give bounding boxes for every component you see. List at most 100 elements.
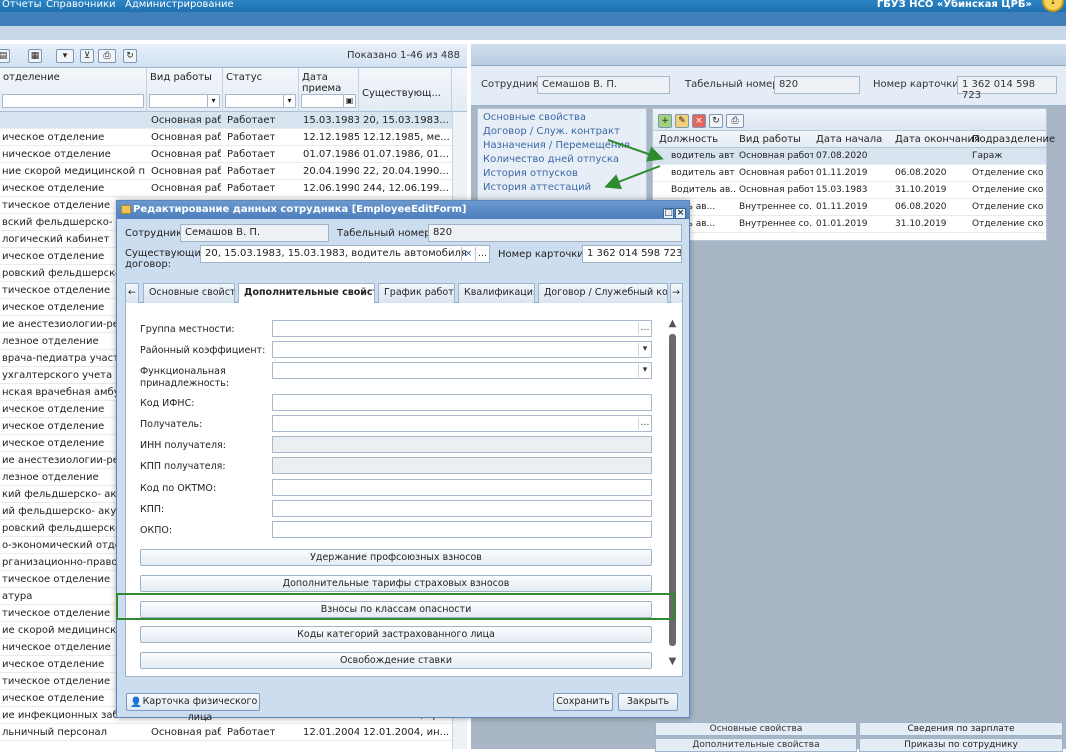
chevron-down-icon[interactable]: ▾ (638, 364, 651, 377)
table-cell: 12.01.2004, ин... (363, 727, 450, 738)
table-row[interactable]: ние скорой медицинской помощи Основная ра… (0, 163, 452, 180)
col-contract[interactable]: Существующ... (359, 68, 452, 112)
col-status[interactable]: Статус ▾ (223, 68, 299, 112)
maximize-icon[interactable]: □ (663, 208, 674, 219)
link-vacation-days[interactable]: Количество дней отпуска (483, 154, 619, 165)
table-row[interactable]: ическое отделение Основная раб... Работает… (0, 129, 452, 146)
union-dues-button[interactable]: Удержание профсоюзных взносов (140, 549, 652, 566)
tab-main-properties[interactable]: Основные свойства (143, 283, 235, 303)
col-department[interactable]: Подразделение (972, 134, 1055, 145)
table-cell: 20, 15.03.1983... (363, 115, 449, 126)
col-work-type[interactable]: Вид работы ▾ (147, 68, 223, 112)
add-icon[interactable]: + (658, 114, 672, 128)
contract-field[interactable]: 20, 15.03.1983, 15.03.1983, водитель авт… (200, 245, 490, 263)
table-cell: ническое отделение (2, 149, 111, 160)
organization-name: ГБУЗ НСО «Убинская ЦРБ» (876, 0, 1032, 10)
filter-select[interactable]: ▾ (149, 94, 220, 108)
close-button[interactable]: Закрыть (618, 693, 678, 711)
delete-icon[interactable]: × (692, 114, 706, 128)
tab-contract[interactable]: Договор / Служебный контракт (538, 283, 668, 303)
tab-number-field: 820 (774, 76, 860, 94)
link-vacation-history[interactable]: История отпусков (483, 168, 578, 179)
tab-salary[interactable]: Сведения по зарплате (859, 722, 1063, 736)
menu-directories[interactable]: Справочники (46, 0, 116, 10)
rate-release-button[interactable]: Освобождение ставки (140, 652, 652, 669)
oktmo-code-input[interactable] (272, 479, 652, 496)
contract-label: Существующий договор: (125, 248, 208, 270)
oktmo-code-label: Код по ОКТМО: (140, 483, 217, 494)
table-row[interactable]: водитель авт... Основная работа07.08.2020… (653, 148, 1046, 165)
tab-orders[interactable]: Приказы по сотруднику (859, 738, 1063, 752)
col-start-date[interactable]: Дата начала (816, 134, 882, 145)
table-row[interactable]: Основная раб... Работает 15.03.1983 20, 15.… (0, 112, 452, 129)
table-row[interactable]: ническое отделение Основная раб... Работае… (0, 146, 452, 163)
ellipsis-icon[interactable]: … (638, 417, 651, 430)
clear-icon[interactable]: × (461, 247, 475, 261)
col-end-date[interactable]: Дата окончания (895, 134, 980, 145)
menu-reports[interactable]: Отчеты (2, 0, 41, 10)
close-icon[interactable]: × (675, 208, 686, 219)
refresh-icon[interactable]: ↻ (709, 114, 723, 128)
print-icon[interactable]: ⎙ (98, 49, 116, 63)
logo-icon: ! (1042, 0, 1064, 12)
table-cell: Основная раб... (151, 132, 221, 143)
tab-additional-properties[interactable]: Дополнительные свойства (238, 283, 375, 304)
scroll-down-icon[interactable]: ▼ (666, 656, 679, 668)
table-cell: 244, 12.06.199... (363, 183, 449, 194)
table-cell: Отделение ско... (972, 168, 1044, 178)
regional-coefficient-select[interactable]: ▾ (272, 341, 652, 358)
recipient-input[interactable]: … (272, 415, 652, 432)
additional-insurance-rates-button[interactable]: Дополнительные тарифы страховых взносов (140, 575, 652, 592)
table-cell: ическое отделение (2, 132, 105, 143)
edit-icon[interactable]: ✎ (675, 114, 689, 128)
top-menu-bar: Отчеты Справочники Администрирование ГБУ… (0, 0, 1066, 12)
locality-group-input[interactable]: … (272, 320, 652, 337)
link-main-properties[interactable]: Основные свойства (483, 112, 586, 123)
view-menu-icon[interactable]: ▾ (56, 49, 74, 63)
insured-person-categories-button[interactable]: Коды категорий застрахованного лица (140, 626, 652, 643)
filter-clear-icon[interactable]: ⊻ (80, 49, 94, 63)
tab-scroll-right-icon[interactable]: → (670, 283, 683, 303)
link-contract[interactable]: Договор / Служ. контракт (483, 126, 620, 137)
table-row[interactable]: ическое отделение Основная раб... Работает… (0, 180, 452, 197)
okpo-input[interactable] (272, 521, 652, 538)
table-cell: Основная раб... (151, 149, 221, 160)
tab-work-schedule[interactable]: График работы (378, 283, 455, 303)
col-department[interactable]: отделение (0, 68, 147, 112)
table-row[interactable]: тель ав... Внутреннее со... 01.01.2019 31.1… (653, 216, 1046, 233)
ellipsis-icon[interactable]: … (475, 247, 489, 261)
menu-administration[interactable]: Администрирование (125, 0, 234, 10)
link-attestation-history[interactable]: История аттестаций (483, 182, 591, 193)
kpp-input[interactable] (272, 500, 652, 517)
edit-icon[interactable]: ▤ (0, 49, 10, 63)
save-button[interactable]: Сохранить (553, 693, 613, 711)
person-card-button[interactable]: 👤 Карточка физического лица (126, 693, 260, 723)
table-row[interactable]: водитель авт... Основная работа01.11.2019… (653, 165, 1046, 182)
tab-scroll-left-icon[interactable]: ← (125, 283, 139, 303)
ifns-code-input[interactable] (272, 394, 652, 411)
table-row[interactable]: тель ав... Внутреннее со... 01.11.2019 06.0… (653, 199, 1046, 216)
dialog-title-bar[interactable]: Редактирование данных сотрудника [Employ… (117, 201, 689, 219)
functional-affiliation-select[interactable]: ▾ (272, 362, 652, 379)
col-hire-date[interactable]: Дата приема ▣ (299, 68, 359, 112)
table-row[interactable]: Водитель ав... Основная работа 15.03.1983 3… (653, 182, 1046, 199)
date-filter[interactable]: ▣ (301, 94, 356, 108)
card-number-field[interactable]: 1 362 014 598 723 (582, 245, 682, 263)
filter-input[interactable] (2, 94, 144, 108)
filter-select[interactable]: ▾ (225, 94, 296, 108)
tab-qualification[interactable]: Квалификация (458, 283, 535, 303)
table-row[interactable]: льничный персонал Основная раб... Работает… (0, 724, 452, 741)
tab-main-properties[interactable]: Основные свойства (655, 722, 857, 736)
scroll-up-icon[interactable]: ▲ (666, 318, 679, 330)
col-work-type[interactable]: Вид работы (739, 134, 801, 145)
print-icon[interactable]: ⎙ (726, 114, 744, 128)
refresh-icon[interactable]: ↻ (123, 49, 137, 63)
ellipsis-icon[interactable]: … (638, 322, 651, 335)
calendar-icon[interactable]: ▣ (343, 95, 355, 107)
tab-additional-properties[interactable]: Дополнительные свойства (655, 738, 857, 752)
chevron-down-icon[interactable]: ▾ (283, 95, 295, 107)
chevron-down-icon[interactable]: ▾ (207, 95, 219, 107)
grid-icon[interactable]: ▦ (28, 49, 42, 63)
chevron-down-icon[interactable]: ▾ (638, 343, 651, 356)
table-cell: Отделение ско... (972, 219, 1044, 229)
